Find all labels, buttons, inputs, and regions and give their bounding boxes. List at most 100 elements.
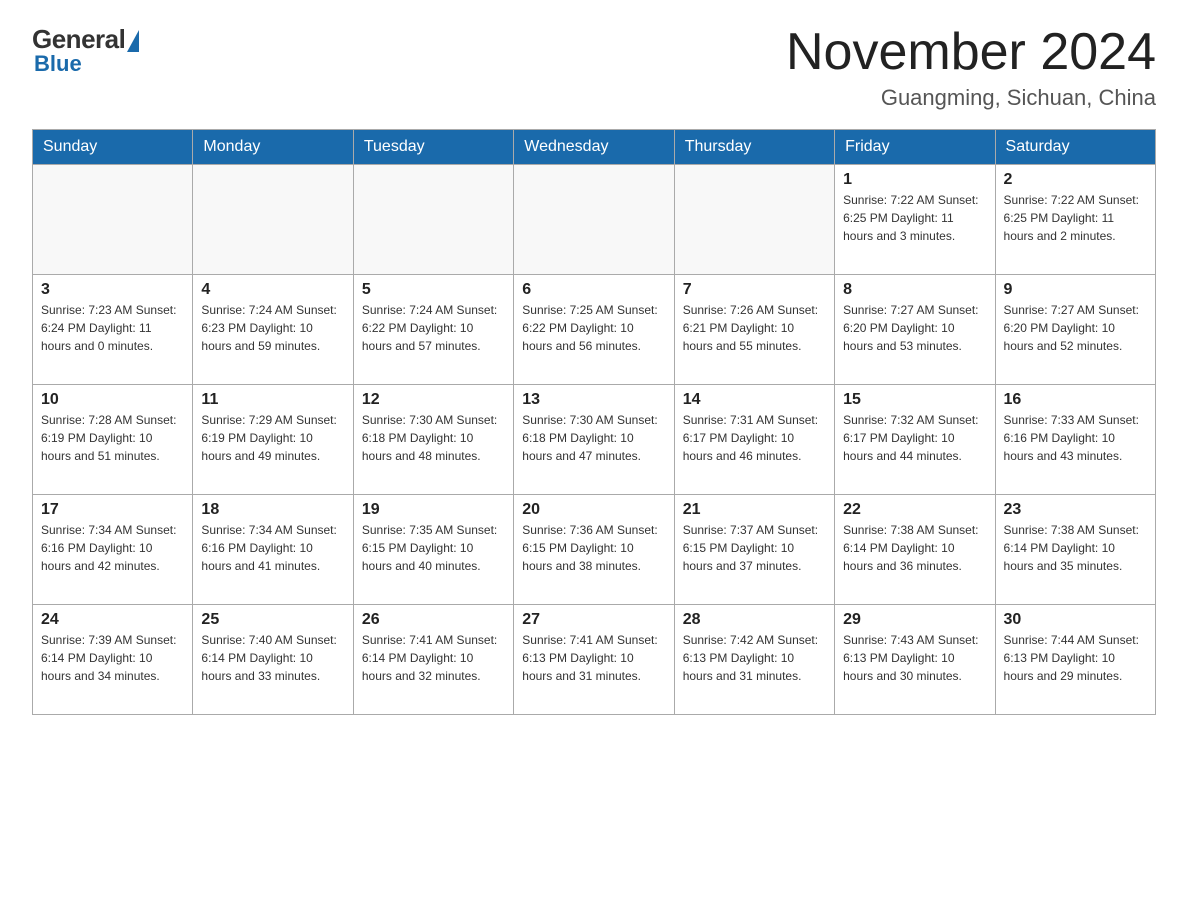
calendar-week-row: 10 Sunrise: 7:28 AM Sunset: 6:19 PM Dayli… (33, 385, 1156, 495)
calendar-cell: 17 Sunrise: 7:34 AM Sunset: 6:16 PM Dayli… (33, 495, 193, 605)
day-number: 5 (362, 281, 505, 299)
calendar-cell (33, 165, 193, 275)
day-number: 16 (1004, 391, 1147, 409)
day-info: Sunrise: 7:38 AM Sunset: 6:14 PM Dayligh… (843, 521, 986, 575)
day-info: Sunrise: 7:31 AM Sunset: 6:17 PM Dayligh… (683, 411, 826, 465)
day-number: 9 (1004, 281, 1147, 299)
calendar-cell: 25Sunrise: 7:40 AM Sunset: 6:14 PM Dayli… (193, 605, 353, 715)
calendar-cell: 9 Sunrise: 7:27 AM Sunset: 6:20 PM Daylig… (995, 275, 1155, 385)
calendar-cell: 26Sunrise: 7:41 AM Sunset: 6:14 PM Dayli… (353, 605, 513, 715)
day-info: Sunrise: 7:26 AM Sunset: 6:21 PM Dayligh… (683, 301, 826, 355)
calendar-cell: 29 Sunrise: 7:43 AM Sunset: 6:13 PM Dayli… (835, 605, 995, 715)
calendar-cell: 28 Sunrise: 7:42 AM Sunset: 6:13 PM Dayli… (674, 605, 834, 715)
calendar-cell: 12 Sunrise: 7:30 AM Sunset: 6:18 PM Dayli… (353, 385, 513, 495)
title-section: November 2024 Guangming, Sichuan, China (786, 24, 1156, 111)
weekday-header-friday: Friday (835, 130, 995, 165)
day-info: Sunrise: 7:22 AM Sunset: 6:25 PM Dayligh… (843, 191, 986, 245)
day-number: 19 (362, 501, 505, 519)
day-number: 2 (1004, 171, 1147, 189)
calendar-cell: 11 Sunrise: 7:29 AM Sunset: 6:19 PM Dayli… (193, 385, 353, 495)
day-number: 28 (683, 611, 826, 629)
day-info: Sunrise: 7:27 AM Sunset: 6:20 PM Dayligh… (1004, 301, 1147, 355)
day-info: Sunrise: 7:28 AM Sunset: 6:19 PM Dayligh… (41, 411, 184, 465)
day-number: 24 (41, 611, 184, 629)
month-title: November 2024 (786, 24, 1156, 81)
day-number: 23 (1004, 501, 1147, 519)
day-info: Sunrise: 7:22 AM Sunset: 6:25 PM Dayligh… (1004, 191, 1147, 245)
page-header: General Blue November 2024 Guangming, Si… (32, 24, 1156, 111)
calendar-cell (353, 165, 513, 275)
calendar-week-row: 24 Sunrise: 7:39 AM Sunset: 6:14 PM Dayli… (33, 605, 1156, 715)
day-info: Sunrise: 7:34 AM Sunset: 6:16 PM Dayligh… (201, 521, 344, 575)
day-number: 14 (683, 391, 826, 409)
day-info: Sunrise: 7:24 AM Sunset: 6:22 PM Dayligh… (362, 301, 505, 355)
logo-blue-text: Blue (34, 51, 82, 77)
calendar-cell: 5 Sunrise: 7:24 AM Sunset: 6:22 PM Daylig… (353, 275, 513, 385)
day-number: 12 (362, 391, 505, 409)
day-number: 22 (843, 501, 986, 519)
day-info: Sunrise: 7:35 AM Sunset: 6:15 PM Dayligh… (362, 521, 505, 575)
location-subtitle: Guangming, Sichuan, China (786, 85, 1156, 111)
calendar-cell: 22 Sunrise: 7:38 AM Sunset: 6:14 PM Dayli… (835, 495, 995, 605)
calendar-week-row: 17 Sunrise: 7:34 AM Sunset: 6:16 PM Dayli… (33, 495, 1156, 605)
day-number: 8 (843, 281, 986, 299)
calendar-cell: 14 Sunrise: 7:31 AM Sunset: 6:17 PM Dayli… (674, 385, 834, 495)
day-info: Sunrise: 7:37 AM Sunset: 6:15 PM Dayligh… (683, 521, 826, 575)
calendar-cell: 18Sunrise: 7:34 AM Sunset: 6:16 PM Dayli… (193, 495, 353, 605)
calendar-cell: 3Sunrise: 7:23 AM Sunset: 6:24 PM Daylig… (33, 275, 193, 385)
calendar-cell (193, 165, 353, 275)
calendar-cell: 2 Sunrise: 7:22 AM Sunset: 6:25 PM Daylig… (995, 165, 1155, 275)
day-number: 3 (41, 281, 184, 299)
day-number: 30 (1004, 611, 1147, 629)
day-info: Sunrise: 7:33 AM Sunset: 6:16 PM Dayligh… (1004, 411, 1147, 465)
weekday-header-sunday: Sunday (33, 130, 193, 165)
calendar-cell: 10 Sunrise: 7:28 AM Sunset: 6:19 PM Dayli… (33, 385, 193, 495)
calendar-cell: 19 Sunrise: 7:35 AM Sunset: 6:15 PM Dayli… (353, 495, 513, 605)
day-info: Sunrise: 7:38 AM Sunset: 6:14 PM Dayligh… (1004, 521, 1147, 575)
day-info: Sunrise: 7:34 AM Sunset: 6:16 PM Dayligh… (41, 521, 184, 575)
day-info: Sunrise: 7:36 AM Sunset: 6:15 PM Dayligh… (522, 521, 665, 575)
day-info: Sunrise: 7:30 AM Sunset: 6:18 PM Dayligh… (362, 411, 505, 465)
calendar-cell: 13 Sunrise: 7:30 AM Sunset: 6:18 PM Dayli… (514, 385, 674, 495)
day-number: 6 (522, 281, 665, 299)
calendar-body: 1 Sunrise: 7:22 AM Sunset: 6:25 PM Daylig… (33, 165, 1156, 715)
calendar-cell: 1 Sunrise: 7:22 AM Sunset: 6:25 PM Daylig… (835, 165, 995, 275)
day-number: 1 (843, 171, 986, 189)
calendar-cell: 8 Sunrise: 7:27 AM Sunset: 6:20 PM Daylig… (835, 275, 995, 385)
day-info: Sunrise: 7:39 AM Sunset: 6:14 PM Dayligh… (41, 631, 184, 685)
day-number: 26 (362, 611, 505, 629)
calendar-cell: 21 Sunrise: 7:37 AM Sunset: 6:15 PM Dayli… (674, 495, 834, 605)
day-info: Sunrise: 7:32 AM Sunset: 6:17 PM Dayligh… (843, 411, 986, 465)
calendar-cell: 30 Sunrise: 7:44 AM Sunset: 6:13 PM Dayli… (995, 605, 1155, 715)
calendar-week-row: 1 Sunrise: 7:22 AM Sunset: 6:25 PM Daylig… (33, 165, 1156, 275)
day-info: Sunrise: 7:40 AM Sunset: 6:14 PM Dayligh… (201, 631, 344, 685)
weekday-header-wednesday: Wednesday (514, 130, 674, 165)
day-info: Sunrise: 7:29 AM Sunset: 6:19 PM Dayligh… (201, 411, 344, 465)
day-info: Sunrise: 7:30 AM Sunset: 6:18 PM Dayligh… (522, 411, 665, 465)
day-number: 13 (522, 391, 665, 409)
day-number: 10 (41, 391, 184, 409)
calendar-cell: 7 Sunrise: 7:26 AM Sunset: 6:21 PM Daylig… (674, 275, 834, 385)
day-info: Sunrise: 7:42 AM Sunset: 6:13 PM Dayligh… (683, 631, 826, 685)
weekday-header-monday: Monday (193, 130, 353, 165)
day-number: 29 (843, 611, 986, 629)
day-info: Sunrise: 7:24 AM Sunset: 6:23 PM Dayligh… (201, 301, 344, 355)
day-info: Sunrise: 7:44 AM Sunset: 6:13 PM Dayligh… (1004, 631, 1147, 685)
day-number: 21 (683, 501, 826, 519)
day-info: Sunrise: 7:41 AM Sunset: 6:13 PM Dayligh… (522, 631, 665, 685)
day-number: 11 (201, 391, 344, 409)
calendar-header: SundayMondayTuesdayWednesdayThursdayFrid… (33, 130, 1156, 165)
calendar-cell: 6Sunrise: 7:25 AM Sunset: 6:22 PM Daylig… (514, 275, 674, 385)
day-info: Sunrise: 7:27 AM Sunset: 6:20 PM Dayligh… (843, 301, 986, 355)
logo-triangle-icon (127, 30, 139, 52)
day-number: 17 (41, 501, 184, 519)
day-info: Sunrise: 7:43 AM Sunset: 6:13 PM Dayligh… (843, 631, 986, 685)
day-number: 7 (683, 281, 826, 299)
day-number: 15 (843, 391, 986, 409)
day-number: 20 (522, 501, 665, 519)
calendar-cell: 20 Sunrise: 7:36 AM Sunset: 6:15 PM Dayli… (514, 495, 674, 605)
calendar-cell: 4Sunrise: 7:24 AM Sunset: 6:23 PM Daylig… (193, 275, 353, 385)
calendar-cell: 23 Sunrise: 7:38 AM Sunset: 6:14 PM Dayli… (995, 495, 1155, 605)
weekday-header-thursday: Thursday (674, 130, 834, 165)
calendar-cell: 15 Sunrise: 7:32 AM Sunset: 6:17 PM Dayli… (835, 385, 995, 495)
